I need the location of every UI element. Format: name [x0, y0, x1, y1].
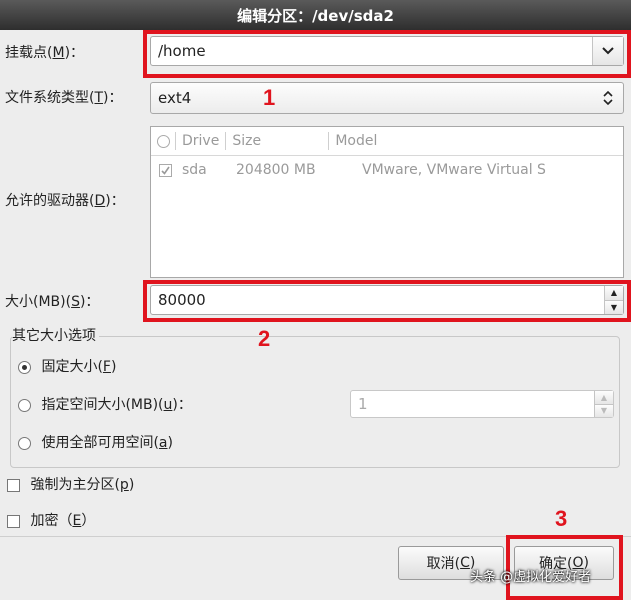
spin-down-icon[interactable]: ▼ [605, 299, 623, 314]
other-size-legend: 其它大小选项 [12, 327, 99, 345]
size-spinner[interactable]: 80000 ▲ ▼ [150, 285, 624, 315]
size-column-header[interactable]: Size [226, 132, 330, 150]
mount-point-combo[interactable]: /home [150, 36, 624, 66]
mount-point-input[interactable]: /home [158, 42, 206, 60]
button-separator [0, 536, 631, 537]
mount-point-label: 挂载点(M)： [5, 45, 85, 61]
fill-all-radio[interactable] [18, 436, 31, 450]
allowed-drives-list[interactable]: Drive Size Model sda 204800 MB VMware, V… [150, 126, 624, 278]
fs-type-value: ext4 [158, 89, 192, 107]
watermark: 头条 @虚拟化爱好者 [470, 570, 592, 585]
updown-icon [593, 83, 623, 113]
size-input[interactable]: 80000 [158, 291, 206, 309]
model-column-header[interactable]: Model [329, 132, 383, 150]
size-label: 大小(MB)(S)： [5, 294, 100, 310]
spin-up-icon[interactable]: ▲ [605, 286, 623, 300]
chevron-down-icon[interactable] [592, 37, 623, 65]
force-primary-option[interactable]: 強制为主分区(p) [7, 476, 134, 494]
drive-size: 204800 MB [236, 162, 316, 178]
fill-to-radio[interactable] [18, 398, 31, 412]
annotation-number-1: 1 [263, 85, 276, 110]
drive-column-header[interactable]: Drive [176, 132, 227, 150]
spin-up-icon[interactable]: ▲ [595, 391, 613, 404]
fs-type-label: 文件系统类型(T)： [5, 90, 123, 106]
allowed-drives-label: 允许的驱动器(D)： [5, 193, 125, 209]
fill-to-spinner[interactable]: 1 ▲ ▼ [350, 390, 614, 418]
fixed-size-option[interactable]: 固定大小(F) [18, 358, 116, 376]
drives-header: Drive Size Model [151, 127, 623, 156]
annotation-number-3: 3 [555, 506, 568, 531]
encrypt-checkbox[interactable] [7, 514, 20, 528]
edit-partition-dialog: 挂载点(M)： /home 文件系统类型(T)： ext4 允许的驱动器(D)：… [0, 30, 631, 600]
select-column-header[interactable] [151, 132, 176, 150]
fixed-size-radio[interactable] [18, 360, 31, 374]
fill-to-option[interactable]: 指定空间大小(MB)(u)： [18, 396, 192, 414]
fs-type-select[interactable]: ext4 [150, 82, 624, 114]
drive-name: sda [182, 162, 207, 178]
fill-to-input[interactable]: 1 [358, 395, 368, 413]
spin-down-icon[interactable]: ▼ [595, 403, 613, 417]
drive-row[interactable]: sda 204800 MB VMware, VMware Virtual S [151, 157, 546, 183]
annotation-number-2: 2 [258, 326, 271, 351]
drive-checkbox[interactable] [151, 162, 178, 178]
fill-all-option[interactable]: 使用全部可用空间(a) [18, 434, 173, 452]
drive-model: VMware, VMware Virtual S [362, 162, 546, 178]
window-title: 编辑分区：/dev/sda2 [0, 0, 631, 30]
encrypt-option[interactable]: 加密（E） [7, 512, 95, 530]
force-primary-checkbox[interactable] [7, 478, 20, 492]
